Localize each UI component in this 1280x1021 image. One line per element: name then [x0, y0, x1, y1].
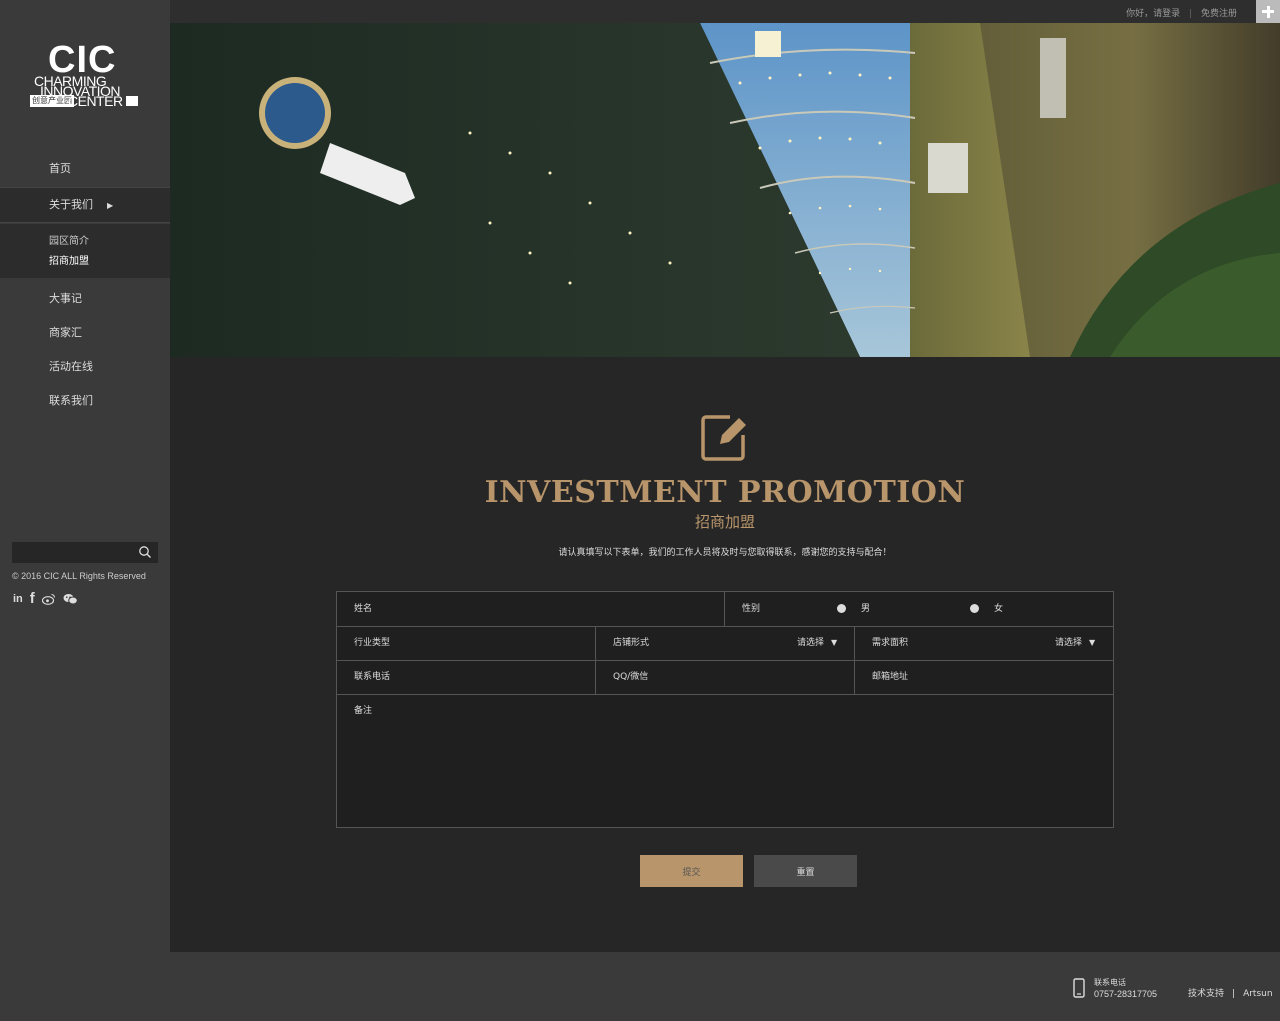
form-row: 联系电话 QQ/微信 邮箱地址	[337, 660, 1113, 695]
page-title: INVESTMENT PROMOTION	[484, 475, 966, 510]
industry-field[interactable]: 行业类型	[337, 626, 595, 660]
nav-label: 关于我们	[49, 198, 93, 211]
linkedin-icon[interactable]: in	[13, 593, 23, 605]
plus-icon[interactable]	[1256, 0, 1280, 23]
investment-form: 姓名 性别 男 女 行业类型 店铺形式 请选择 ▼ 需求面积 请选择 ▼ 联系电…	[336, 591, 1114, 828]
phone-field[interactable]: 联系电话	[337, 660, 595, 694]
nav-item-home[interactable]: 首页	[0, 152, 170, 186]
social-links: in f	[13, 590, 78, 607]
hero-illustration	[170, 23, 1280, 357]
submit-button[interactable]: 提交	[640, 855, 743, 887]
nav-item-events[interactable]: 大事记	[0, 282, 170, 316]
notes-textarea[interactable]: 备注	[337, 694, 1113, 827]
notes-label: 备注	[354, 706, 373, 716]
phone-label: 联系电话	[354, 672, 391, 682]
form-row: 行业类型 店铺形式 请选择 ▼ 需求面积 请选择 ▼	[337, 626, 1113, 661]
store-type-select[interactable]: 店铺形式 请选择 ▼	[596, 626, 854, 660]
reset-button[interactable]: 重置	[754, 855, 857, 887]
top-links: 你好，请登录 | 免费注册	[1126, 6, 1237, 19]
email-field[interactable]: 邮箱地址	[855, 660, 1113, 694]
name-field[interactable]: 姓名	[337, 592, 724, 626]
tech-support: 技术支持 | Artsun	[1188, 986, 1273, 999]
sidebar: CIC CHARMING INNOVATION 创意产业园 CENTER 首页 …	[0, 0, 170, 952]
page-subtitle: 招商加盟	[694, 513, 755, 531]
nav-item-contact[interactable]: 联系我们	[0, 384, 170, 418]
radio-female[interactable]	[970, 604, 979, 613]
store-type-value: 请选择	[797, 638, 825, 648]
nav-item-activities[interactable]: 活动在线	[0, 350, 170, 384]
tech-company-link[interactable]: Artsun	[1243, 989, 1272, 999]
footer-separator: |	[1232, 989, 1236, 999]
secondary-nav: 大事记 商家汇 活动在线 联系我们	[0, 282, 170, 418]
footer: 联系电话 0757-28317705 技术支持 | Artsun	[0, 952, 1280, 1021]
main-content: INVESTMENT PROMOTION 招商加盟 请认真填写以下表单，我们的工…	[170, 357, 1280, 952]
name-label: 姓名	[354, 604, 373, 614]
qq-field[interactable]: QQ/微信	[596, 660, 854, 694]
phone-icon	[1073, 978, 1085, 998]
gender-field: 性别 男 女	[725, 592, 1113, 626]
male-label: 男	[861, 604, 871, 614]
store-type-label: 店铺形式	[613, 638, 650, 648]
contact-phone: 0757-28317705	[1094, 989, 1158, 999]
logo-block	[126, 96, 138, 106]
contact-label: 联系电话	[1094, 978, 1126, 987]
qq-label: QQ/微信	[613, 672, 649, 682]
top-bar: 你好，请登录 | 免费注册	[170, 0, 1280, 23]
area-label: 需求面积	[872, 638, 909, 648]
tech-label: 技术支持	[1188, 989, 1225, 999]
register-link[interactable]: 免费注册	[1201, 9, 1237, 19]
nav-item-about[interactable]: 关于我们 ▶	[0, 187, 170, 223]
email-label: 邮箱地址	[872, 672, 909, 682]
edit-icon	[701, 415, 746, 461]
weibo-icon[interactable]	[41, 593, 56, 605]
gender-label: 性别	[742, 604, 761, 614]
copyright: © 2016 CIC ALL Rights Reserved	[12, 571, 146, 581]
top-separator: |	[1189, 9, 1193, 19]
radio-male[interactable]	[837, 604, 846, 613]
wechat-icon[interactable]	[63, 593, 78, 605]
form-row: 姓名 性别 男 女	[337, 592, 1113, 627]
page-description: 请认真填写以下表单，我们的工作人员将及时与您取得联系，感谢您的支持与配合！	[558, 548, 892, 558]
search-icon[interactable]	[138, 545, 152, 559]
area-select[interactable]: 需求面积 请选择 ▼	[855, 626, 1113, 660]
facebook-icon[interactable]: f	[30, 590, 35, 607]
arrow-right-icon: ▶	[107, 201, 114, 210]
main-nav: 首页 关于我们 ▶ 园区简介 招商加盟	[0, 152, 170, 278]
logo[interactable]: CIC CHARMING INNOVATION 创意产业园 CENTER	[30, 40, 142, 112]
subnav-item-investment[interactable]: 招商加盟	[0, 252, 170, 272]
hero-image	[170, 23, 1280, 357]
login-link[interactable]: 你好，请登录	[1126, 9, 1180, 19]
chevron-down-icon: ▼	[831, 638, 838, 647]
search-box	[12, 542, 158, 565]
nav-label: 首页	[49, 162, 71, 175]
search-input[interactable]	[12, 544, 142, 565]
subnav-item-intro[interactable]: 园区简介	[0, 232, 170, 252]
industry-label: 行业类型	[354, 638, 391, 648]
subnav: 园区简介 招商加盟	[0, 224, 170, 278]
nav-item-merchants[interactable]: 商家汇	[0, 316, 170, 350]
area-value: 请选择	[1055, 638, 1083, 648]
chevron-down-icon: ▼	[1089, 638, 1096, 647]
logo-line-3: CENTER	[68, 93, 123, 109]
female-label: 女	[994, 604, 1004, 614]
